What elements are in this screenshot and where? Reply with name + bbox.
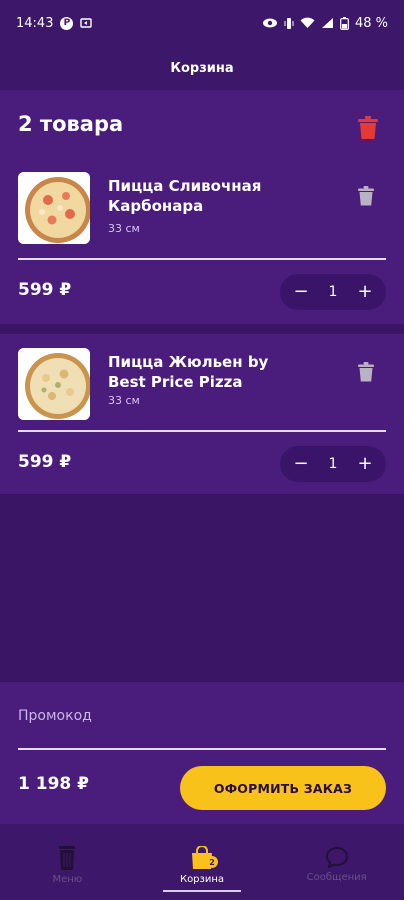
nav-item-menu[interactable]: Меню <box>0 824 135 900</box>
chat-bubble-icon <box>325 846 348 868</box>
pizza-image <box>18 172 90 244</box>
cart-badge: 2 <box>206 856 218 868</box>
bottom-nav: Меню 2 Корзина Сообщения <box>0 824 404 900</box>
item-size: 33 см <box>108 222 140 235</box>
quantity-stepper: − 1 + <box>280 274 386 310</box>
nav-label: Корзина <box>179 874 225 885</box>
nav-item-cart[interactable]: 2 Корзина <box>135 824 270 900</box>
place-order-button[interactable]: ОФОРМИТЬ ЗАКАЗ <box>180 766 386 810</box>
item-name: Пицца Жюльен by Best Price Pizza <box>108 353 269 391</box>
remove-item-button[interactable] <box>358 362 374 386</box>
nav-label: Сообщения <box>306 872 367 883</box>
increase-button[interactable]: + <box>356 455 374 473</box>
divider <box>18 748 386 750</box>
quantity-value: 1 <box>328 456 338 472</box>
item-price: 599 ₽ <box>18 452 72 472</box>
quantity-stepper: − 1 + <box>280 446 386 482</box>
status-time: 14:43 <box>16 15 54 31</box>
page-title: Корзина <box>170 60 234 76</box>
promo-code-input[interactable] <box>18 708 386 724</box>
decrease-button[interactable]: − <box>292 455 310 473</box>
battery-icon <box>340 16 349 30</box>
item-size: 33 см <box>108 394 140 407</box>
trash-icon <box>358 186 374 206</box>
status-left: 14:43 P <box>16 15 93 31</box>
trash-icon <box>358 116 378 139</box>
status-right: 48 % <box>262 16 388 31</box>
app-header: Корзина <box>0 46 404 90</box>
status-bar: 14:43 P 48 % <box>0 0 404 46</box>
order-total: 1 198 ₽ <box>18 774 89 794</box>
pizza-image <box>18 348 90 420</box>
nav-item-messages[interactable]: Сообщения <box>269 824 404 900</box>
cart-item: Пицца Сливочная Карбонара 33 см 599 ₽ − … <box>0 158 404 324</box>
notification-p-icon: P <box>60 16 74 30</box>
wifi-icon <box>300 17 315 29</box>
divider <box>18 430 386 432</box>
active-tab-indicator <box>162 890 242 892</box>
nav-label: Меню <box>52 874 83 885</box>
trash-icon <box>358 362 374 382</box>
checkout-panel: 1 198 ₽ ОФОРМИТЬ ЗАКАЗ <box>0 682 404 824</box>
clear-cart-button[interactable] <box>358 116 378 144</box>
signal-icon <box>321 17 334 29</box>
eye-icon <box>262 17 278 29</box>
quantity-value: 1 <box>328 284 338 300</box>
item-price: 599 ₽ <box>18 280 72 300</box>
vibrate-icon <box>284 17 294 30</box>
divider <box>18 258 386 260</box>
item-name: Пицца Сливочная Карбонара <box>108 177 262 215</box>
cart-item: Пицца Жюльен by Best Price Pizza 33 см 5… <box>0 334 404 494</box>
decrease-button[interactable]: − <box>292 283 310 301</box>
cast-icon <box>80 17 93 29</box>
battery-level: 48 % <box>354 15 388 31</box>
increase-button[interactable]: + <box>356 283 374 301</box>
cart-summary: 2 товара <box>0 90 404 158</box>
cart-count: 2 товара <box>18 112 124 136</box>
remove-item-button[interactable] <box>358 186 374 210</box>
menu-can-icon <box>59 846 76 870</box>
